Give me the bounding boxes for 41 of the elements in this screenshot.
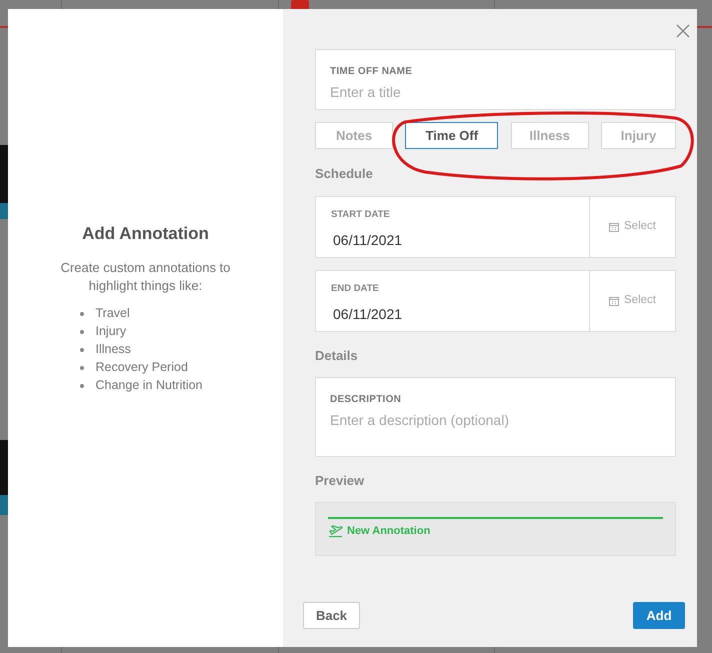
select-date-button[interactable]: Select [590, 270, 675, 330]
date-value: 06/11/2021 [333, 304, 404, 324]
section-heading: Schedule [315, 165, 374, 183]
field-label: TIME OFF NAME [330, 65, 414, 79]
field-label: START DATE [331, 208, 391, 222]
airplane-icon [328, 523, 343, 538]
intro-text: Create custom annotations to highlight things like: [60, 258, 232, 295]
annotation-label: New Annotation [347, 524, 430, 538]
title-field[interactable]: TIME OFF NAME Enter a title [315, 49, 676, 110]
bullet-icon [80, 312, 84, 316]
add-button[interactable]: Add [633, 602, 685, 629]
type-tab[interactable]: Time Off [405, 122, 498, 149]
today-badge [291, 0, 309, 9]
bullet-icon [80, 384, 84, 388]
list-item: Injury [96, 323, 126, 340]
list-item: Illness [96, 341, 131, 358]
calendar-icon [609, 222, 620, 232]
close-icon[interactable] [676, 24, 690, 38]
field-label: DESCRIPTION [330, 393, 402, 407]
date-field[interactable]: START DATE 06/11/2021 [316, 196, 590, 256]
bullet-icon [80, 348, 84, 352]
date-field[interactable]: END DATE 06/11/2021 [316, 270, 590, 330]
list-item: Travel [96, 305, 130, 322]
list-item: Recovery Period [96, 359, 188, 376]
description-input[interactable]: Enter a description (optional) [330, 410, 661, 431]
type-tab[interactable]: Notes [315, 122, 393, 149]
section-heading: Details [315, 346, 359, 364]
list-item: Change in Nutrition [96, 377, 203, 394]
bullet-icon [80, 330, 84, 334]
back-button[interactable]: Back [303, 602, 360, 629]
section-heading: Preview [315, 472, 366, 490]
select-date-button[interactable]: Select [590, 196, 675, 256]
description-field[interactable]: DESCRIPTION Enter a description (optional) [315, 377, 676, 457]
date-value: 06/11/2021 [333, 230, 404, 250]
field-label: END DATE [331, 282, 380, 296]
dialog-title: Add Annotation [82, 223, 209, 246]
calendar-icon [609, 296, 620, 306]
bullet-icon [80, 366, 84, 370]
type-tab[interactable]: Injury [600, 122, 676, 149]
type-tab[interactable]: Illness [510, 122, 589, 149]
title-input[interactable]: Enter a title [330, 82, 661, 103]
